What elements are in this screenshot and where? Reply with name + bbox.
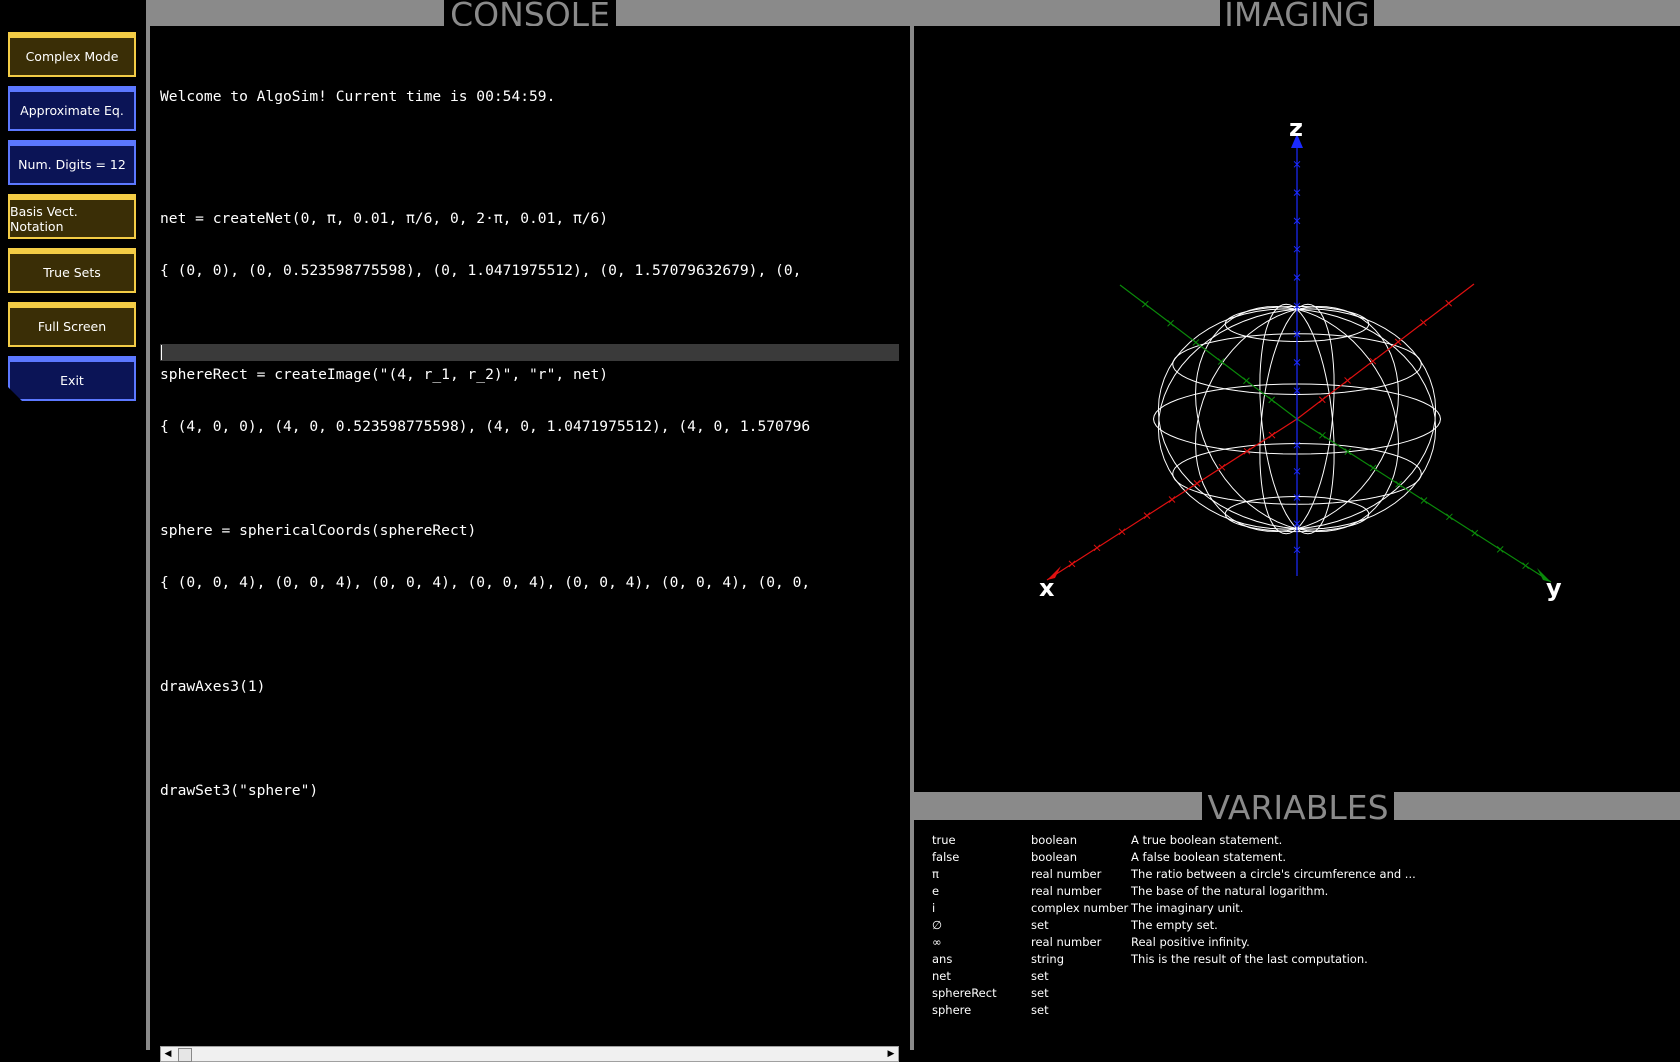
command-button-panel: Complex Mode Approximate Eq. Num. Digits… [0,0,146,1050]
console-command-line: sphereRect = createImage("(4, r_1, r_2)"… [160,366,609,383]
imaging-canvas[interactable]: x y z [914,26,1680,792]
console-command-line: drawSet3("sphere") [160,782,319,799]
axis-tick [1319,431,1326,439]
variable-name: π [932,867,939,881]
console-command-line: drawAxes3(1) [160,678,266,695]
axis-tick [1141,300,1149,308]
console-horizontal-scrollbar[interactable]: ◀ ▶ [160,1046,899,1062]
axis-ticks [1068,160,1529,570]
header-strip [146,0,1680,26]
variable-name: i [932,901,936,915]
axis-tick [1318,396,1326,404]
variable-name: e [932,884,940,898]
axis-tick [1445,299,1453,307]
exit-button[interactable]: Exit [8,356,136,401]
variable-description: This is the result of the last computati… [1131,952,1368,966]
axis-tick [1446,513,1453,521]
variable-name: sphereRect [932,986,997,1000]
axis-tick [1143,512,1151,519]
console-panel: Welcome to AlgoSim! Current time is 00:5… [150,26,910,1062]
variable-name: false [932,850,960,864]
variable-description: The base of the natural logarithm. [1131,884,1329,898]
console-command-line: net = createNet(0, π, 0.01, π/6, 0, 2·π,… [160,210,609,227]
axis-tick [1068,560,1076,568]
variable-type: complex number [1031,901,1129,915]
y-axis-label: y [1546,574,1562,602]
variables-list: true boolean A true boolean statement. fal… [914,820,1680,1050]
variable-name: sphere [932,1003,972,1017]
text-caret [161,345,162,360]
console-result-line: { (0, 0), (0, 0.523598775598), (0, 1.047… [160,262,802,279]
full-screen-button[interactable]: Full Screen [8,302,136,347]
axis-tick [1369,464,1377,472]
variable-description: Real positive infinity. [1131,935,1250,949]
axis-tick [1093,544,1101,552]
axis-tick [1192,339,1200,346]
axis-tick [1496,546,1504,553]
console-input[interactable] [160,344,899,361]
variable-type: real number [1031,867,1102,881]
z-axis-label: z [1289,114,1303,142]
3d-plot: x y z [1039,114,1562,602]
variable-type: set [1031,918,1049,932]
variable-type: boolean [1031,850,1077,864]
axis-tick [1471,529,1479,537]
axis-tick [1243,377,1250,385]
variables-header: VARIABLES [1202,792,1394,820]
variable-description: The imaginary unit. [1131,901,1244,915]
variable-description: A false boolean statement. [1131,850,1287,864]
imaging-header: IMAGING [1220,0,1374,26]
console-result-line: { (4, 0, 0), (4, 0, 0.523598775598), (4,… [160,418,811,435]
axis-tick [1193,480,1201,487]
axis-tick [1268,396,1276,404]
axis-tick [1344,377,1351,384]
x-axis-label: x [1039,574,1055,602]
num-digits-button[interactable]: Num. Digits = 12 [8,140,136,185]
axis-tick [1420,319,1427,326]
console-header: CONSOLE [444,0,616,26]
basis-vect-notation-button[interactable]: Basis Vect. Notation [8,194,136,239]
variable-name: true [932,833,956,847]
scroll-thumb[interactable] [178,1048,192,1062]
variable-name: ∞ [932,935,942,949]
scroll-left-icon[interactable]: ◀ [161,1047,175,1061]
axis-tick [1268,431,1276,439]
variable-type: boolean [1031,833,1077,847]
variable-description: A true boolean statement. [1131,833,1283,847]
variable-name: ans [932,952,953,966]
axis-tick [1522,562,1529,570]
axis-tick [1167,319,1174,327]
variable-name: ∅ [932,918,943,932]
axis-tick [1218,463,1226,471]
axis-tick [1168,496,1176,503]
true-sets-button[interactable]: True Sets [8,248,136,293]
axis-tick [1118,528,1126,536]
variable-description: The ratio between a circle's circumferen… [1131,867,1416,881]
variable-type: set [1031,986,1049,1000]
console-result-line: { (0, 0, 4), (0, 0, 4), (0, 0, 4), (0, 0… [160,574,811,591]
console-command-line: sphere = sphericalCoords(sphereRect) [160,522,477,539]
variable-type: real number [1031,884,1102,898]
variable-type: set [1031,1003,1049,1017]
approximate-eq-button[interactable]: Approximate Eq. [8,86,136,131]
variable-type: string [1031,952,1065,966]
console-output: Welcome to AlgoSim! Current time is 00:5… [160,54,900,834]
console-welcome-line: Welcome to AlgoSim! Current time is 00:5… [160,88,556,105]
scroll-right-icon[interactable]: ▶ [884,1047,898,1061]
variable-name: net [932,969,951,983]
variable-description: The empty set. [1131,918,1218,932]
variable-type: real number [1031,935,1102,949]
complex-mode-button[interactable]: Complex Mode [8,32,136,77]
axis-tick [1420,497,1428,504]
axis-tick [1394,338,1402,346]
variable-type: set [1031,969,1049,983]
